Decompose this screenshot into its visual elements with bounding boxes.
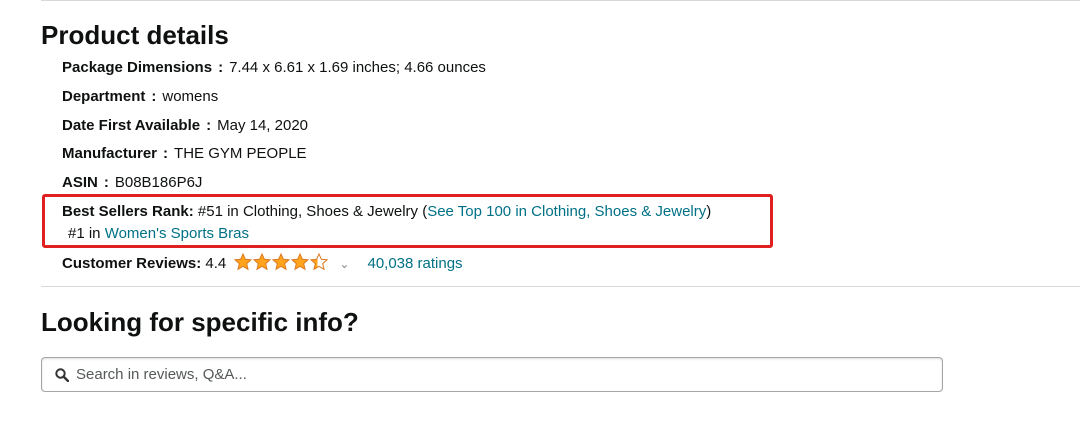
product-details-heading: Product details: [41, 20, 229, 50]
womens-sports-bras-link[interactable]: Women's Sports Bras: [105, 225, 249, 242]
sub-rank-row: #1 in Women's Sports Bras: [68, 224, 249, 244]
asin-row: ASIN: B08B186P6J: [62, 173, 202, 193]
star-icon: [272, 253, 291, 271]
search-icon: [55, 368, 69, 382]
manufacturer-label: Manufacturer: [62, 145, 158, 162]
see-top-100-link[interactable]: See Top 100 in Clothing, Shoes & Jewelry: [427, 203, 706, 220]
star-icon: [234, 253, 253, 271]
search-reviews-input[interactable]: Search in reviews, Q&A...: [41, 357, 943, 392]
looking-for-info-heading: Looking for specific info?: [41, 307, 359, 337]
rank-category-text: #51 in Clothing, Shoes & Jewelry (: [193, 203, 428, 220]
customer-reviews-row: Customer Reviews: 4.4 ⌄ 40,038 ratings: [62, 253, 463, 274]
rank-close-paren: ): [706, 203, 712, 220]
date-first-available-value: May 14, 2020: [217, 117, 309, 134]
colon: :: [206, 117, 212, 134]
colon: :: [103, 174, 109, 191]
chevron-down-icon[interactable]: ⌄: [339, 257, 349, 271]
department-label: Department: [62, 88, 146, 105]
star-icon: [310, 253, 329, 271]
star-rating[interactable]: [234, 253, 329, 271]
star-icon: [253, 253, 272, 271]
best-sellers-rank-label: Best Sellers Rank:: [62, 203, 194, 220]
colon: :: [151, 88, 157, 105]
colon: :: [218, 59, 224, 76]
asin-label: ASIN: [62, 174, 98, 191]
star-icon: [291, 253, 310, 271]
customer-reviews-label: Customer Reviews:: [62, 255, 202, 272]
manufacturer-row: Manufacturer: THE GYM PEOPLE: [62, 144, 307, 164]
search-placeholder: Search in reviews, Q&A...: [76, 366, 247, 383]
date-first-available-row: Date First Available: May 14, 2020: [62, 116, 308, 136]
package-dimensions-row: Package Dimensions:7.44 x 6.61 x 1.69 in…: [62, 58, 486, 78]
department-row: Department: womens: [62, 87, 218, 107]
sub-rank-text: #1 in: [68, 225, 105, 242]
rating-value: 4.4: [205, 255, 227, 272]
best-sellers-rank-row: Best Sellers Rank: #51 in Clothing, Shoe…: [62, 202, 711, 222]
manufacturer-value: THE GYM PEOPLE: [174, 145, 307, 162]
date-first-available-label: Date First Available: [62, 117, 201, 134]
department-value: womens: [162, 88, 219, 105]
section-divider: [41, 286, 1080, 287]
package-dimensions-label: Package Dimensions: [62, 59, 213, 76]
package-dimensions-value: 7.44 x 6.61 x 1.69 inches; 4.66 ounces: [229, 59, 486, 76]
top-divider: [41, 0, 1080, 1]
asin-value: B08B186P6J: [114, 174, 203, 191]
ratings-count-link[interactable]: 40,038 ratings: [367, 255, 462, 272]
colon: :: [163, 145, 169, 162]
